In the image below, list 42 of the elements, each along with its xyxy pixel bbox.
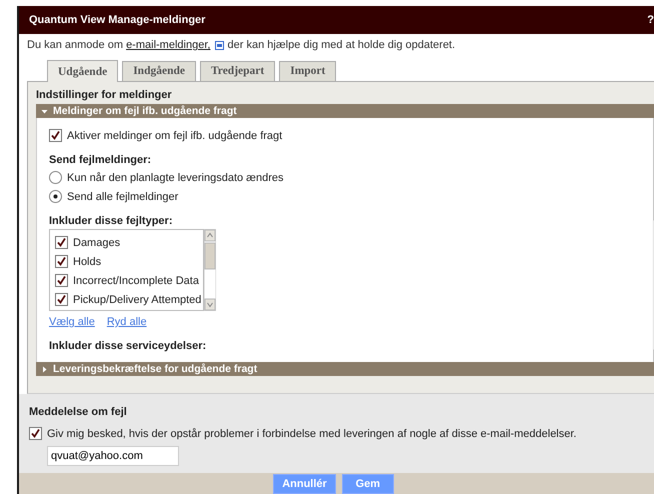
radio-button[interactable] bbox=[49, 171, 62, 184]
help-button[interactable]: ? bbox=[647, 14, 654, 26]
section-title: Meldinger om fejl ifb. udgående fragt bbox=[53, 105, 237, 117]
tab[interactable]: Udgående bbox=[47, 60, 118, 82]
section-title: Leveringsbekræftelse for udgående fragt bbox=[53, 363, 258, 375]
checkbox[interactable] bbox=[49, 129, 62, 142]
email-notifications-link[interactable]: e-mail-meldinger, bbox=[126, 39, 210, 51]
clear-all-link[interactable]: Ryd alle bbox=[106, 316, 147, 330]
section-header[interactable]: Leveringsbekræftelse for udgående fragt bbox=[36, 362, 654, 376]
checkbox-label: Holds bbox=[73, 256, 102, 268]
tab[interactable]: Import bbox=[279, 61, 336, 81]
section-heading: Indstillinger for meldinger bbox=[36, 89, 173, 101]
checkbox-label: Incorrect/Incomplete Data bbox=[73, 274, 199, 286]
checkbox[interactable] bbox=[55, 255, 68, 268]
tab[interactable]: Indgående bbox=[122, 61, 196, 81]
group-heading: Inkluder disse serviceydelser: bbox=[49, 340, 208, 352]
checkbox-label: Giv mig besked, hvis der opstår problemer i forbindelse med leveringen af nogle af disse e-mail-meddelelser. bbox=[47, 428, 576, 440]
radio-label: Send alle fejlmeldinger bbox=[67, 190, 178, 202]
radio-button[interactable] bbox=[49, 190, 62, 203]
group-heading: Send fejlmeldinger: bbox=[49, 154, 152, 166]
checkbox[interactable] bbox=[55, 293, 68, 306]
checkbox-label: Aktiver meldinger om fejl ifb. udgående fragt bbox=[67, 130, 282, 142]
cancel-button[interactable]: Annullér bbox=[273, 474, 336, 494]
checkbox[interactable] bbox=[55, 236, 68, 249]
select-all-link[interactable]: Vælg alle bbox=[49, 316, 95, 330]
window-title: Quantum View Manage-meldinger bbox=[29, 14, 206, 26]
checkbox[interactable] bbox=[55, 274, 68, 287]
tab[interactable]: Tredjepart bbox=[200, 61, 276, 81]
checkbox-label: Pickup/Delivery Attempted bbox=[73, 294, 202, 306]
email-field[interactable]: qvuat@yahoo.com bbox=[47, 446, 179, 466]
checkbox-label: Damages bbox=[73, 236, 120, 248]
popup-icon[interactable] bbox=[214, 40, 224, 50]
group-heading: Inkluder disse fejltyper: bbox=[49, 215, 174, 227]
expand-icon[interactable] bbox=[41, 366, 48, 372]
save-button[interactable]: Gem bbox=[342, 474, 394, 494]
checkbox[interactable] bbox=[29, 427, 42, 440]
scrollbar[interactable] bbox=[204, 229, 216, 311]
intro-text: Du kan anmode om e-mail-meldinger, der kan hjælpe dig med at holde dig opdateret. bbox=[26, 38, 456, 53]
collapse-icon[interactable] bbox=[41, 108, 48, 114]
section-header[interactable]: Meldinger om fejl ifb. udgående fragt bbox=[36, 104, 654, 118]
radio-label: Kun når den planlagte leveringsdato ændres bbox=[67, 172, 284, 184]
section-heading: Meddelelse om fejl bbox=[29, 406, 128, 418]
